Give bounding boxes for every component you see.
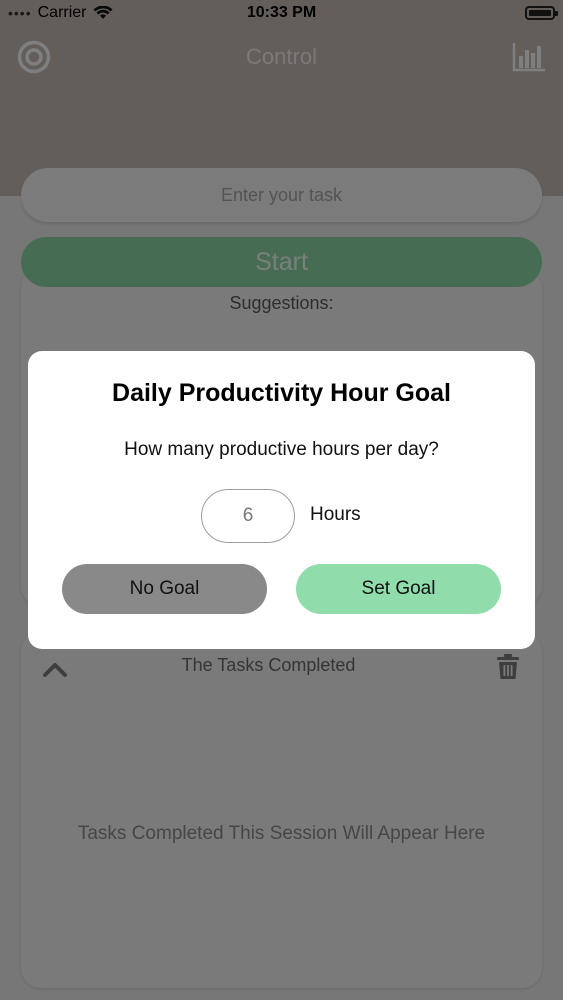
dialog-question: How many productive hours per day? <box>124 439 439 460</box>
hours-unit-label: Hours <box>310 504 361 525</box>
set-goal-button[interactable]: Set Goal <box>296 564 501 614</box>
goal-dialog: Daily Productivity Hour Goal How many pr… <box>28 351 535 649</box>
no-goal-button[interactable]: No Goal <box>62 564 267 614</box>
app-screen: •••• Carrier 10:33 PM Control Enter your… <box>0 0 563 1000</box>
hours-input[interactable] <box>201 489 295 543</box>
dialog-title: Daily Productivity Hour Goal <box>112 379 451 407</box>
